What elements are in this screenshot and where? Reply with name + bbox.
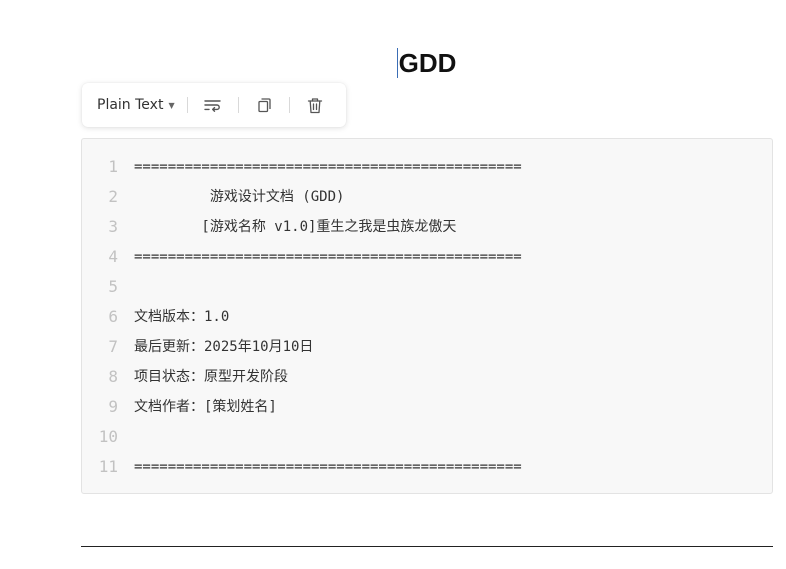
line-number: 2 — [108, 187, 118, 206]
code-line[interactable]: 3 [游戏名称 v1.0]重生之我是虫族龙傲天 — [82, 212, 772, 242]
code-line[interactable]: 9 文档作者：[策划姓名] — [82, 392, 772, 422]
document-title[interactable]: GDD — [396, 44, 457, 82]
language-select-label: Plain Text — [97, 97, 164, 113]
line-number: 9 — [108, 397, 118, 416]
code-line[interactable]: 7 最后更新：2025年10月10日 — [82, 332, 772, 362]
text-cursor — [396, 48, 398, 78]
toolbar-divider — [186, 97, 188, 113]
code-line[interactable]: 2 游戏设计文档 (GDD) — [82, 182, 772, 212]
code-line[interactable]: 10 — [82, 422, 772, 452]
document-title-area: GDD — [0, 44, 786, 84]
code-line[interactable]: 1 =======================================… — [82, 152, 772, 182]
line-number: 10 — [98, 427, 118, 446]
document-title-text[interactable]: GDD — [399, 48, 457, 78]
line-number: 3 — [108, 217, 118, 236]
wrap-lines-button[interactable] — [200, 92, 226, 118]
caret-down-icon: ▼ — [168, 100, 175, 110]
code-line-text[interactable]: 最后更新：2025年10月10日 — [134, 332, 313, 362]
code-line[interactable]: 11 ======================================… — [82, 452, 772, 482]
code-line[interactable]: 6 文档版本：1.0 — [82, 302, 772, 332]
code-line-text[interactable]: 文档版本：1.0 — [134, 302, 229, 332]
code-line-text[interactable]: ========================================… — [134, 242, 522, 272]
code-line[interactable]: 8 项目状态：原型开发阶段 — [82, 362, 772, 392]
trash-icon — [307, 97, 322, 113]
code-line-text[interactable]: 游戏设计文档 (GDD) — [134, 182, 345, 212]
line-number: 6 — [108, 307, 118, 326]
code-line[interactable]: 4 =======================================… — [82, 242, 772, 272]
wrap-lines-icon — [203, 100, 221, 112]
line-number: 7 — [108, 337, 118, 356]
line-number: 11 — [98, 457, 118, 476]
code-block-toolbar: Plain Text ▼ — [82, 83, 346, 127]
line-number: 4 — [108, 247, 118, 266]
line-number: 8 — [108, 367, 118, 386]
code-line-text[interactable]: 文档作者：[策划姓名] — [134, 392, 277, 422]
copy-button[interactable] — [251, 92, 277, 118]
code-line[interactable]: 5 — [82, 272, 772, 302]
toolbar-divider — [237, 97, 239, 113]
line-number: 1 — [108, 157, 118, 176]
toolbar-divider — [288, 97, 290, 113]
line-number: 5 — [108, 277, 118, 296]
horizontal-rule — [81, 546, 773, 547]
delete-button[interactable] — [302, 92, 328, 118]
language-select[interactable]: Plain Text ▼ — [97, 97, 175, 113]
code-lines: 1 =======================================… — [82, 152, 772, 482]
code-line-text[interactable]: 项目状态：原型开发阶段 — [134, 362, 288, 392]
code-block[interactable]: 1 =======================================… — [81, 138, 773, 494]
code-line-text[interactable]: ========================================… — [134, 452, 522, 482]
code-line-text[interactable]: [游戏名称 v1.0]重生之我是虫族龙傲天 — [134, 212, 456, 242]
code-line-text[interactable]: ========================================… — [134, 152, 522, 182]
copy-icon — [257, 98, 271, 113]
